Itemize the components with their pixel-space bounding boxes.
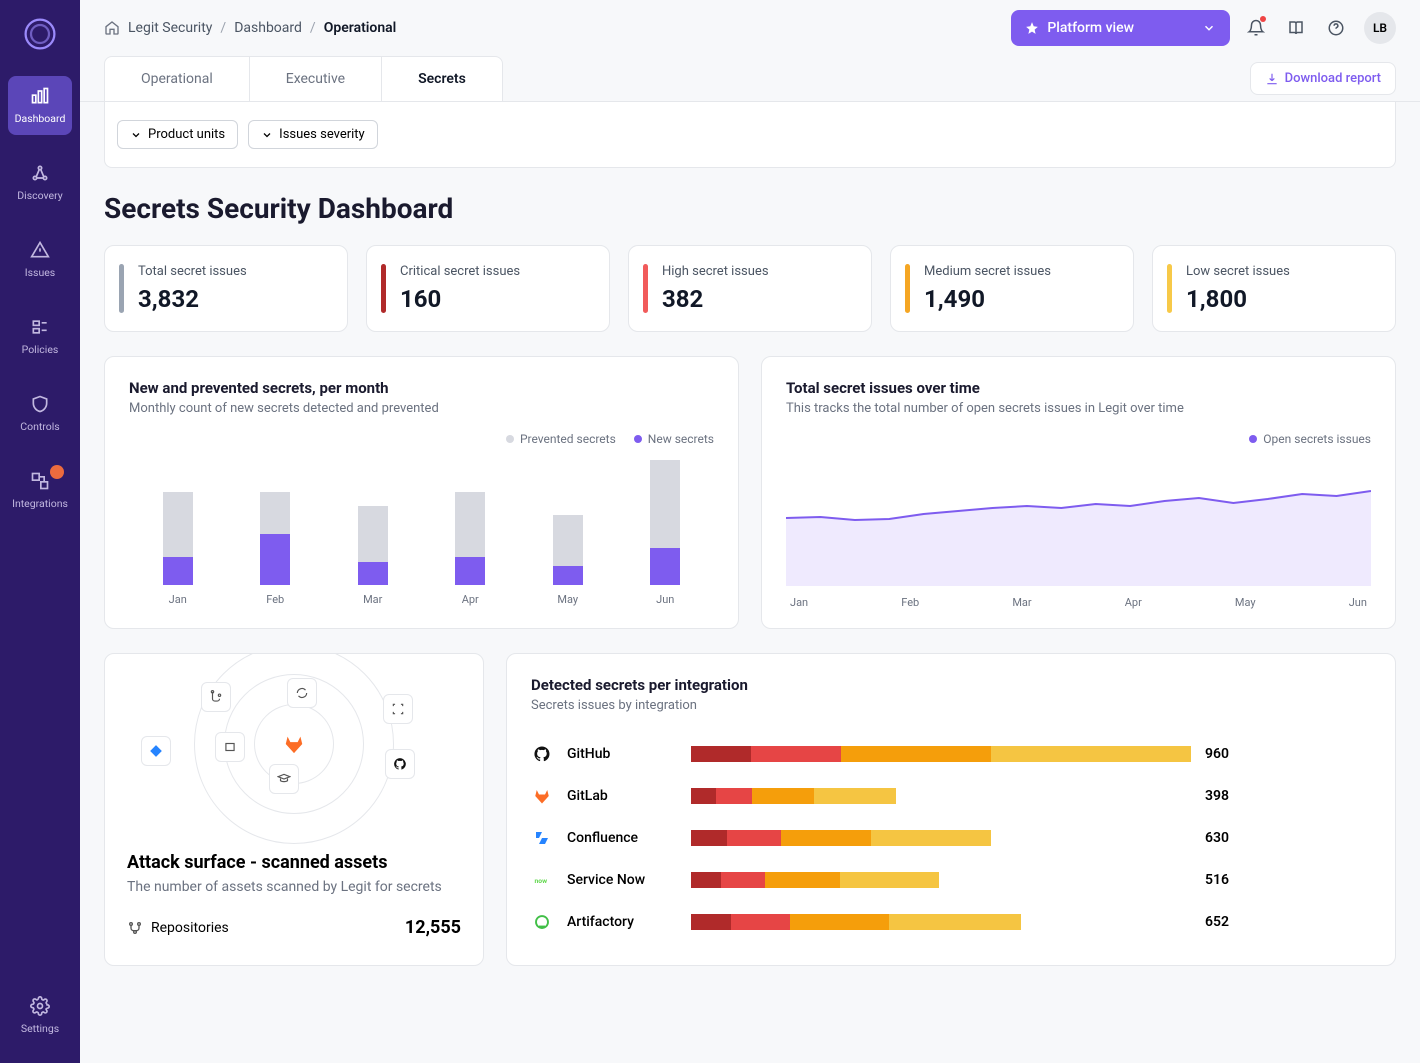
chevron-down-icon (261, 129, 273, 141)
education-icon (277, 772, 291, 786)
sidebar: Dashboard Discovery Issues Policies Cont… (0, 0, 80, 1063)
bar-group: Feb (253, 455, 297, 606)
integration-icon (531, 785, 553, 807)
bar-chart-body: Jan Feb Mar Apr (129, 456, 714, 606)
breadcrumb-root[interactable]: Legit Security (128, 20, 212, 36)
stack-icon (223, 740, 237, 754)
bar-group: Jun (643, 455, 687, 606)
integration-icon (531, 827, 553, 849)
stat-low: Low secret issues1,800 (1152, 245, 1396, 332)
avatar[interactable]: LB (1364, 12, 1396, 44)
integration-row: GitLab 398 (531, 775, 1371, 817)
tab-operational[interactable]: Operational (105, 57, 250, 101)
sidebar-item-discovery[interactable]: Discovery (8, 153, 72, 212)
bar-group: May (546, 455, 590, 606)
star-icon (1025, 21, 1039, 35)
notification-dot (1260, 16, 1266, 22)
area-chart-body: JanFebMarAprMayJun (786, 456, 1371, 606)
notification-badge (50, 465, 64, 479)
scan-icon (391, 702, 405, 716)
integration-bar (691, 788, 1191, 804)
nav-label: Policies (22, 343, 59, 356)
nav-label: Issues (25, 266, 55, 279)
bar-group: Apr (448, 455, 492, 606)
integration-bar (691, 830, 1191, 846)
gitlab-icon (283, 733, 305, 755)
branch-icon (209, 690, 223, 704)
notifications-button[interactable] (1242, 14, 1270, 42)
stat-critical: Critical secret issues160 (366, 245, 610, 332)
sidebar-item-policies[interactable]: Policies (8, 307, 72, 366)
github-icon (393, 757, 407, 771)
charts-row: New and prevented secrets, per month Mon… (104, 356, 1396, 629)
tab-executive[interactable]: Executive (250, 57, 382, 101)
breadcrumb: Legit Security / Dashboard / Operational (104, 20, 396, 36)
platform-view-button[interactable]: Platform view (1011, 10, 1230, 46)
svg-text:now: now (535, 877, 548, 885)
download-report-button[interactable]: Download report (1250, 62, 1396, 95)
integration-row: Artifactory 652 (531, 901, 1371, 943)
content: Secrets Security Dashboard Total secret … (80, 168, 1420, 1063)
nav-label: Settings (21, 1022, 59, 1035)
help-button[interactable] (1322, 14, 1350, 42)
integration-icon (531, 911, 553, 933)
integration-row: Confluence 630 (531, 817, 1371, 859)
stats-row: Total secret issues3,832 Critical secret… (104, 245, 1396, 332)
jira-icon (149, 744, 163, 758)
tab-row: Operational Executive Secrets Download r… (80, 56, 1420, 102)
topbar: Legit Security / Dashboard / Operational… (80, 0, 1420, 56)
integration-bar (691, 746, 1191, 762)
attack-surface-card: Attack surface - scanned assets The numb… (104, 653, 484, 966)
filter-product-units[interactable]: Product units (117, 120, 238, 149)
stat-total: Total secret issues3,832 (104, 245, 348, 332)
platform-view-label: Platform view (1047, 20, 1134, 36)
download-icon (1265, 72, 1279, 86)
integration-bar (691, 872, 1191, 888)
radar-visual (105, 654, 483, 834)
chart-bar-monthly: New and prevented secrets, per month Mon… (104, 356, 739, 629)
nav-label: Controls (20, 420, 59, 433)
breadcrumb-mid[interactable]: Dashboard (234, 20, 302, 36)
bar-group: Mar (351, 455, 395, 606)
sidebar-item-dashboard[interactable]: Dashboard (8, 76, 72, 135)
main: Legit Security / Dashboard / Operational… (80, 0, 1420, 1063)
nav-label: Integrations (12, 497, 68, 510)
integration-row: now Service Now 516 (531, 859, 1371, 901)
sidebar-item-issues[interactable]: Issues (8, 230, 72, 289)
sidebar-item-integrations[interactable]: Integrations (8, 461, 72, 520)
app-logo (22, 16, 58, 52)
integration-bar (691, 914, 1191, 930)
nav-label: Dashboard (15, 112, 66, 125)
docs-button[interactable] (1282, 14, 1310, 42)
filter-issues-severity[interactable]: Issues severity (248, 120, 378, 149)
stat-high: High secret issues382 (628, 245, 872, 332)
recycle-icon (295, 686, 309, 700)
chart-area-over-time: Total secret issues over time This track… (761, 356, 1396, 629)
integration-icon: now (531, 869, 553, 891)
integration-row: GitHub 960 (531, 733, 1371, 775)
breadcrumb-current: Operational (324, 20, 397, 36)
tab-secrets[interactable]: Secrets (382, 57, 502, 101)
stat-medium: Medium secret issues1,490 (890, 245, 1134, 332)
sidebar-item-settings[interactable]: Settings (8, 986, 72, 1045)
integration-icon (531, 743, 553, 765)
home-icon (104, 20, 120, 36)
nav-label: Discovery (17, 189, 62, 202)
branch-icon (127, 920, 143, 936)
bottom-row: Attack surface - scanned assets The numb… (104, 653, 1396, 966)
chevron-down-icon (1202, 21, 1216, 35)
bar-group: Jan (156, 455, 200, 606)
chevron-down-icon (130, 129, 142, 141)
integrations-card: Detected secrets per integration Secrets… (506, 653, 1396, 966)
page-title: Secrets Security Dashboard (104, 192, 1396, 225)
chart-legend: Prevented secrets New secrets (129, 432, 714, 446)
sidebar-item-controls[interactable]: Controls (8, 384, 72, 443)
filter-bar: Product units Issues severity (104, 102, 1396, 168)
